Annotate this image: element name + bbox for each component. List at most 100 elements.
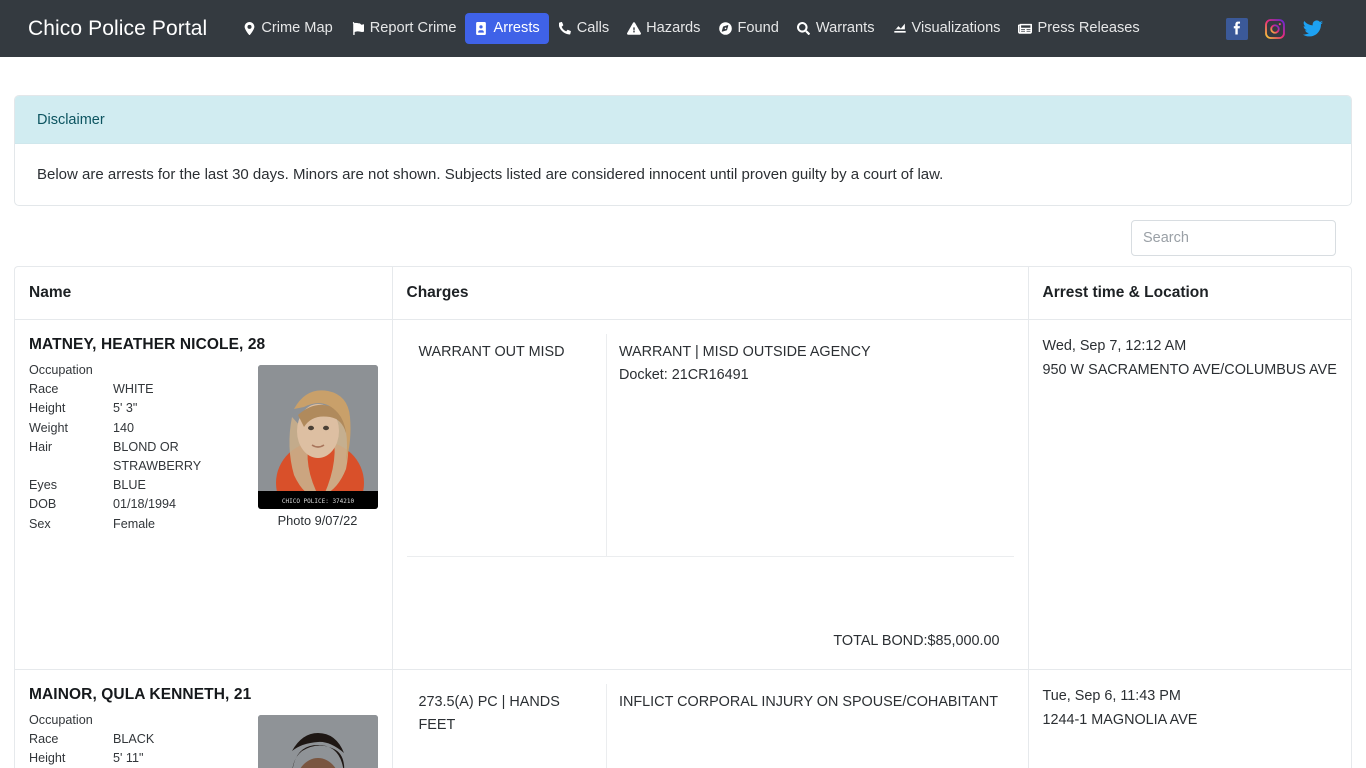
charge-description: WARRANT | MISD OUTSIDE AGENCY Docket: 21… — [606, 334, 1014, 557]
nav-item-label: Warrants — [815, 20, 875, 37]
total-bond: TOTAL BOND:$85,000.00 — [833, 632, 1000, 649]
attr-key: Sex — [29, 516, 51, 531]
arrests-table: Name Charges Arrest time & Location MATN… — [15, 267, 1351, 768]
table-body: MATNEY, HEATHER NICOLE, 28 Occupation Ra… — [15, 319, 1351, 768]
table-row: MATNEY, HEATHER NICOLE, 28 Occupation Ra… — [15, 319, 1351, 670]
attr-key: Weight — [29, 420, 68, 435]
nav-item-label: Arrests — [493, 20, 540, 37]
attr-value: 5' 11" — [113, 750, 144, 765]
table-header-row: Name Charges Arrest time & Location — [15, 267, 1351, 320]
arrest-cell: Tue, Sep 6, 11:43 PM 1244-1 MAGNOLIA AVE — [1028, 669, 1351, 768]
nav-item-calls[interactable]: Calls — [549, 13, 618, 43]
attr-value: 5' 3" — [113, 401, 138, 416]
mugshot-photo[interactable]: CHICO POLICE: 374209 — [257, 714, 378, 768]
mugshot-stamp: CHICO POLICE: 374210 — [281, 498, 354, 505]
nav-item-label: Visualizations — [911, 20, 1001, 37]
attr-weight: Weight 140 — [29, 419, 252, 438]
chart-icon — [893, 21, 907, 35]
nav-item-crime-map[interactable]: Crime Map — [233, 13, 341, 43]
photo-caption: Photo 9/07/22 — [277, 513, 358, 528]
flag-icon — [351, 21, 365, 35]
attr-occupation: Occupation — [29, 711, 252, 730]
attr-value: 140 — [113, 420, 135, 435]
attr-height: Height 5' 11" — [29, 749, 252, 768]
arrest-location: 1244-1 MAGNOLIA AVE — [1042, 711, 1198, 728]
attr-key: Eyes — [29, 478, 57, 493]
attr-race: Race WHITE — [29, 380, 252, 399]
person-cell: MAINOR, QULA KENNETH, 21 Occupation Race… — [15, 669, 393, 768]
mugshot-photo[interactable]: CHICO POLICE: 374210 — [257, 365, 378, 509]
arrest-location: 950 W SACRAMENTO AVE/COLUMBUS AVE — [1042, 362, 1337, 378]
id-card-icon — [474, 21, 488, 35]
social-links — [1226, 17, 1346, 40]
person-name: MAINOR, QULA KENNETH, 21 — [29, 685, 252, 703]
nav-item-visualizations[interactable]: Visualizations — [884, 13, 1010, 43]
twitter-icon[interactable] — [1302, 18, 1324, 40]
disclaimer-body: Below are arrests for the last 30 days. … — [37, 166, 944, 183]
attr-key: Hair — [29, 439, 53, 454]
attr-dob: DOB 01/18/1994 — [29, 495, 252, 514]
page-container: Disclaimer Below are arrests for the las… — [14, 57, 1352, 768]
nav-item-label: Calls — [576, 20, 610, 37]
nav-item-label: Report Crime — [369, 20, 457, 37]
charges-table: 273.5(A) PC | HANDS FEET INFLICT CORPORA… — [406, 683, 1014, 768]
attr-height: Height 5' 3" — [29, 399, 252, 418]
nav-item-hazards[interactable]: Hazards — [618, 13, 709, 43]
person-cell: MATNEY, HEATHER NICOLE, 28 Occupation Ra… — [15, 319, 393, 670]
attr-key: Height — [29, 401, 66, 416]
arrest-time: Wed, Sep 7, 12:12 AM — [1042, 338, 1187, 354]
search-icon — [797, 21, 811, 35]
person-attributes: Occupation Race BLACK Height 5' 11" — [29, 711, 252, 768]
arrest-time: Tue, Sep 6, 11:43 PM — [1042, 687, 1181, 704]
photo-column: CHICO POLICE: 374209 Photo 9/07/22 — [257, 711, 378, 768]
attr-value: WHITE — [113, 382, 154, 397]
charge-row: WARRANT OUT MISD WARRANT | MISD OUTSIDE … — [406, 334, 1014, 557]
charges-table: WARRANT OUT MISD WARRANT | MISD OUTSIDE … — [406, 334, 1014, 557]
search-input[interactable] — [1131, 220, 1336, 256]
nav-item-arrests[interactable]: Arrests — [465, 13, 549, 44]
person-name: MATNEY, HEATHER NICOLE, 28 — [29, 336, 266, 353]
instagram-icon[interactable] — [1264, 18, 1286, 40]
column-header-name[interactable]: Name — [15, 267, 393, 320]
phone-icon — [558, 21, 572, 35]
attr-key: DOB — [29, 497, 57, 512]
main-navbar: Chico Police Portal Crime Map Report Cri… — [0, 0, 1366, 57]
brand-title[interactable]: Chico Police Portal — [28, 18, 207, 39]
facebook-icon[interactable] — [1226, 17, 1248, 40]
nav-item-report-crime[interactable]: Report Crime — [342, 13, 466, 43]
attr-key: Race — [29, 382, 59, 397]
attr-key: Height — [29, 750, 66, 765]
attr-race: Race BLACK — [29, 730, 252, 749]
warning-triangle-icon — [627, 21, 642, 35]
charge-docket: Docket: 21CR16491 — [619, 367, 749, 383]
nav-item-label: Hazards — [646, 20, 701, 37]
attr-value: BLACK — [113, 731, 155, 746]
attr-eyes: Eyes BLUE — [29, 476, 252, 495]
disclaimer-card: Disclaimer Below are arrests for the las… — [14, 95, 1352, 206]
charge-row: 273.5(A) PC | HANDS FEET INFLICT CORPORA… — [406, 683, 1014, 768]
column-header-charges[interactable]: Charges — [392, 267, 1029, 320]
charge-description: INFLICT CORPORAL INJURY ON SPOUSE/COHABI… — [606, 683, 1014, 768]
attr-value: BLOND OR STRAWBERRY — [113, 439, 202, 474]
attr-hair: Hair BLOND OR STRAWBERRY — [29, 438, 252, 476]
attr-sex: Sex Female — [29, 515, 252, 534]
nav-item-press-releases[interactable]: Press Releases — [1009, 13, 1148, 43]
map-pin-icon — [242, 21, 256, 35]
table-head: Name Charges Arrest time & Location — [15, 267, 1351, 320]
attr-value: Female — [113, 516, 155, 531]
compass-icon — [718, 21, 732, 35]
attr-value: BLUE — [113, 478, 146, 493]
person-attributes: Occupation Race WHITE Height 5' 3" Weigh… — [29, 361, 252, 534]
attr-value — [113, 361, 252, 380]
nav-item-found[interactable]: Found — [709, 13, 787, 43]
nav-item-label: Found — [737, 20, 779, 37]
attr-occupation: Occupation — [29, 361, 252, 380]
nav-item-label: Press Releases — [1037, 20, 1140, 37]
charge-code: 273.5(A) PC | HANDS FEET — [406, 683, 607, 768]
column-header-arrest[interactable]: Arrest time & Location — [1028, 267, 1351, 320]
disclaimer-title: Disclaimer — [15, 96, 1351, 144]
arrests-table-wrapper: Name Charges Arrest time & Location MATN… — [14, 266, 1352, 768]
arrest-cell: Wed, Sep 7, 12:12 AM 950 W SACRAMENTO AV… — [1028, 319, 1351, 670]
nav-item-warrants[interactable]: Warrants — [788, 13, 884, 43]
nav-items: Crime Map Report Crime Arrests Calls Haz — [233, 13, 1226, 44]
